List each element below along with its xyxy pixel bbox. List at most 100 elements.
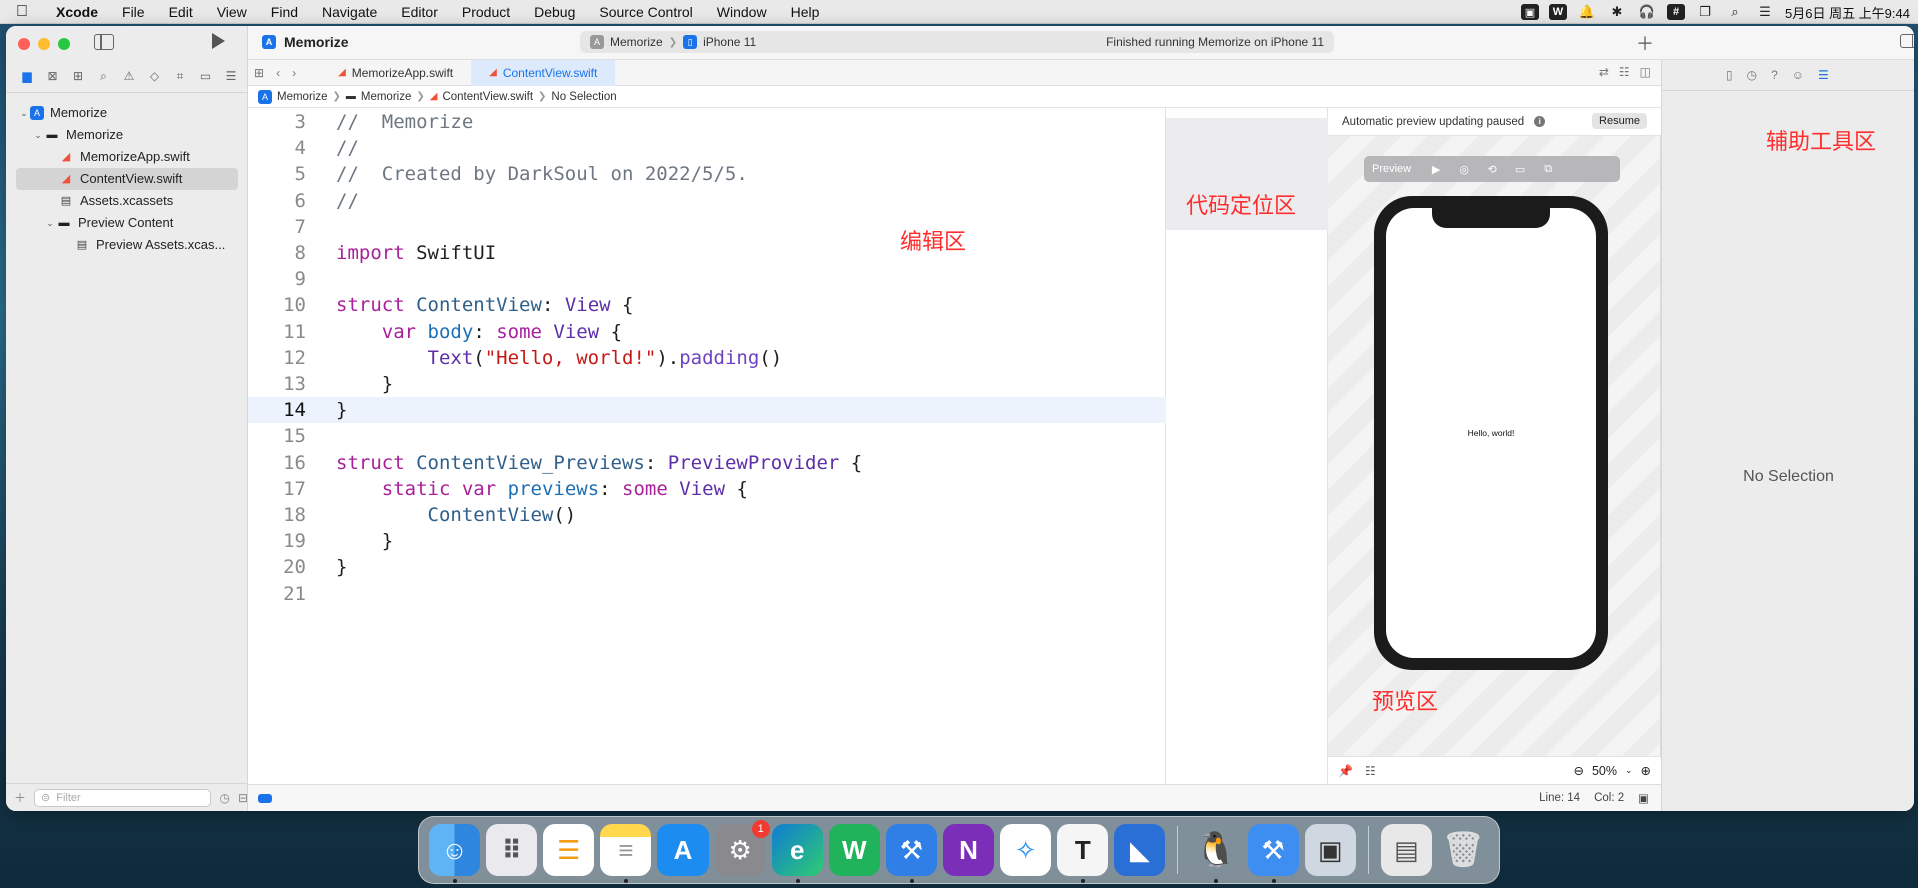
dock-trash-icon[interactable]: 🗑	[1438, 824, 1489, 876]
filter-field[interactable]: ⊜ Filter	[34, 788, 212, 807]
code-line[interactable]: 3 // Memorize	[248, 109, 1166, 135]
menu-find[interactable]: Find	[259, 0, 310, 24]
minimize-window-button[interactable]	[38, 38, 50, 50]
scm-filter-icon[interactable]: ⊟	[238, 791, 248, 805]
dock-reminders-icon[interactable]: ☰	[543, 824, 595, 876]
tree-item-assets[interactable]: ▤ Preview Assets.xcas...	[6, 234, 248, 256]
control-center-icon[interactable]: ☰	[1755, 4, 1775, 20]
dock-qq-icon[interactable]: 🐧	[1190, 824, 1241, 883]
menu-debug[interactable]: Debug	[522, 0, 587, 24]
dock-app-store-icon[interactable]: A	[657, 824, 709, 876]
chevron-right-icon[interactable]: ›	[292, 66, 296, 80]
dock-notes-icon[interactable]: ≡	[600, 824, 652, 883]
menu-file[interactable]: File	[110, 0, 157, 24]
menubar-clock[interactable]: 5月6日 周五 上午9:44	[1785, 3, 1910, 22]
split-editor-icon[interactable]: ◫	[1640, 65, 1651, 79]
headphones-icon[interactable]: 🎧	[1637, 4, 1657, 20]
code-line[interactable]: 8 import SwiftUI	[248, 240, 1166, 266]
dock-system-preferences-icon[interactable]: ⚙ 1	[714, 820, 770, 876]
tab-memorizeapp[interactable]: ◢ MemorizeApp.swift	[320, 60, 471, 86]
code-line[interactable]: 21	[248, 581, 1166, 607]
code-editor[interactable]: 编辑区 3// Memorize 4//5// Created by DarkSo…	[248, 108, 1166, 784]
code-line[interactable]: 12 Text("Hello, world!").padding()	[248, 345, 1166, 371]
tab-contentview[interactable]: ◢ ContentView.swift	[471, 59, 616, 86]
recent-files-icon[interactable]: ◷	[219, 791, 229, 805]
code-line[interactable]: 9	[248, 266, 1166, 292]
window-icon[interactable]: ❐	[1695, 4, 1715, 20]
chevron-down-icon[interactable]: ⌄	[1625, 765, 1633, 776]
info-icon[interactable]: i	[1534, 116, 1546, 127]
tree-item-group[interactable]: ⌄ ▬ Memorize	[6, 124, 248, 146]
dock-onenote-icon[interactable]: N	[942, 824, 995, 876]
history-inspector-icon[interactable]: ◷	[1747, 68, 1757, 82]
rotate-icon[interactable]: ⟲	[1485, 162, 1499, 176]
menu-view[interactable]: View	[205, 0, 259, 24]
dock-file-transfer-icon[interactable]: ◣	[1114, 824, 1166, 876]
menu-navigate[interactable]: Navigate	[310, 0, 389, 24]
code-line[interactable]: 10 struct ContentView: View {	[248, 292, 1166, 318]
code-line[interactable]: 15	[248, 423, 1166, 449]
add-icon[interactable]: ＋	[14, 789, 26, 806]
tree-item-project[interactable]: ⌄ A Memorize	[6, 102, 248, 124]
dock-preview-icon[interactable]: ▣	[1304, 824, 1356, 876]
code-line[interactable]: 16 struct ContentView_Previews: PreviewPr…	[248, 450, 1166, 476]
pin-icon[interactable]: 📌	[1338, 764, 1353, 778]
word-icon[interactable]: W	[1549, 4, 1567, 20]
dock-edge-icon[interactable]: e	[771, 824, 823, 883]
zoom-window-button[interactable]	[58, 38, 70, 50]
issue-navigator-icon[interactable]: ⚠	[120, 68, 138, 84]
code-line[interactable]: 4 //	[248, 135, 1166, 161]
jumpbar-file[interactable]: ContentView.swift	[442, 91, 533, 103]
inspect-icon[interactable]: ◎	[1457, 162, 1471, 176]
code-line[interactable]: 14}	[248, 397, 1166, 424]
dock-documents-icon[interactable]: ▤	[1380, 824, 1432, 876]
device-label[interactable]: iPhone 11	[703, 35, 756, 49]
dock-xcode-icon[interactable]: ⚒	[885, 824, 937, 883]
minimap[interactable]: 代码定位区	[1166, 108, 1328, 784]
debug-navigator-icon[interactable]: ⌗	[171, 68, 189, 84]
duplicate-icon[interactable]: ⧉	[1541, 162, 1555, 176]
dock-safari-icon[interactable]: ✧	[1000, 824, 1052, 876]
resume-button[interactable]: Resume	[1592, 113, 1647, 129]
code-line[interactable]: 11 var body: some View {	[248, 319, 1166, 345]
zoom-in-icon[interactable]: ⊕	[1641, 763, 1651, 778]
report-navigator-icon[interactable]: ☰	[222, 68, 240, 84]
code-line[interactable]: 19 }	[248, 528, 1166, 554]
grid-icon[interactable]: #	[1667, 4, 1685, 20]
code-line[interactable]: 5 // Created by DarkSoul on 2022/5/5.	[248, 161, 1166, 187]
accessibility-icon[interactable]: ☺	[1792, 68, 1804, 82]
jumpbar-project[interactable]: Memorize	[277, 91, 327, 103]
attributes-inspector-icon[interactable]: ☰	[1818, 68, 1829, 82]
breakpoint-navigator-icon[interactable]: ▭	[197, 68, 215, 84]
code-line[interactable]: 17 static var previews: some View {	[248, 476, 1166, 502]
dock-launchpad-icon[interactable]: ⠿	[486, 824, 538, 876]
chevron-down-icon[interactable]: ⌄	[44, 212, 56, 234]
symbol-navigator-icon[interactable]: ⊞	[69, 68, 87, 84]
code-line[interactable]: 18 ContentView()	[248, 502, 1166, 528]
device-settings-icon[interactable]: ▭	[1513, 162, 1527, 176]
live-preview-icon[interactable]: ▶	[1429, 162, 1443, 176]
code-line[interactable]: 7	[248, 214, 1166, 240]
dock-finder-icon[interactable]: ☺	[429, 824, 481, 883]
tree-item-file-selected[interactable]: ◢ ContentView.swift	[16, 168, 238, 190]
menu-editor[interactable]: Editor	[389, 0, 450, 24]
add-library-icon[interactable]: ＋	[1636, 30, 1654, 56]
image-icon[interactable]: ▣	[1521, 4, 1539, 20]
code-line[interactable]: 20}	[248, 554, 1166, 580]
swap-icon[interactable]: ⇄	[1599, 65, 1609, 79]
inspector-toggle-icon[interactable]	[1900, 34, 1914, 48]
menu-window[interactable]: Window	[705, 0, 779, 24]
apple-icon[interactable]: 	[0, 3, 44, 21]
zoom-out-icon[interactable]: ⊖	[1573, 763, 1583, 778]
chevron-down-icon[interactable]: ⌄	[18, 102, 30, 124]
menu-help[interactable]: Help	[779, 0, 832, 24]
menu-app-name[interactable]: Xcode	[44, 0, 110, 24]
preview-label[interactable]: Preview	[1372, 163, 1415, 175]
bluetooth-icon[interactable]: ✱	[1607, 4, 1627, 20]
find-navigator-icon[interactable]: ⌕	[95, 68, 113, 84]
tree-item-group[interactable]: ⌄ ▬ Preview Content	[6, 212, 248, 234]
chevron-down-icon[interactable]: ⌄	[32, 124, 44, 146]
device-screen[interactable]: Hello, world!	[1386, 208, 1596, 658]
code-line[interactable]: 13 }	[248, 371, 1166, 397]
sidebar-toggle-icon[interactable]	[94, 34, 114, 50]
